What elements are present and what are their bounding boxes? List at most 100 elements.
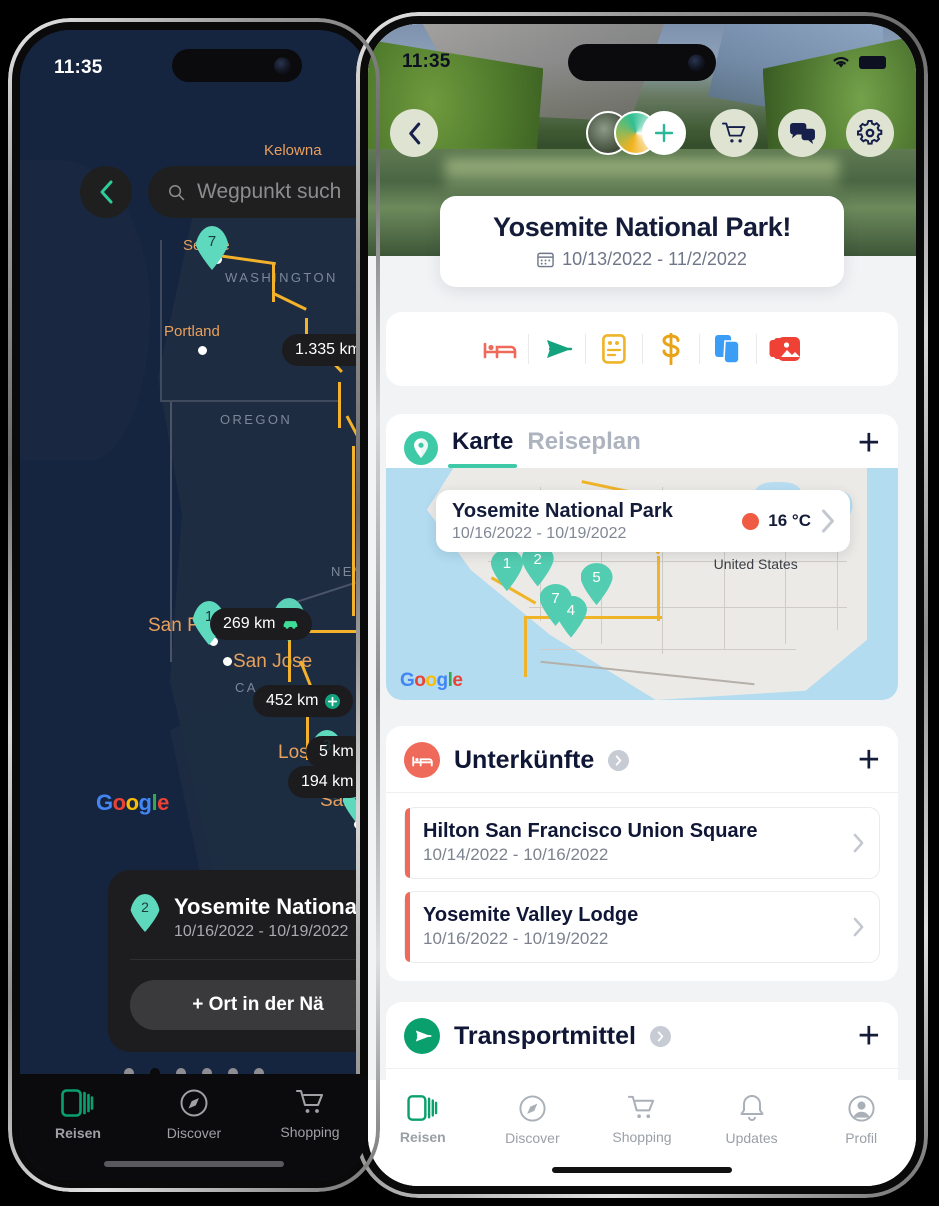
place-title: Yosemite Nationa [174, 894, 357, 919]
dynamic-island [568, 44, 716, 81]
add-member-button[interactable] [642, 111, 686, 155]
chat-button[interactable] [778, 109, 826, 157]
chevron-right-icon [853, 917, 864, 937]
back-button[interactable] [80, 166, 132, 218]
nav-label: Shopping [280, 1124, 340, 1140]
wifi-icon [833, 56, 849, 68]
nav-label: Reisen [55, 1125, 101, 1141]
accommodation-name: Hilton San Francisco Union Square [423, 820, 758, 842]
flights-action[interactable] [529, 336, 585, 362]
place-detail-card[interactable]: 2 Yosemite Nationa 10/16/2022 - 10/19/20… [108, 870, 368, 1052]
home-indicator [552, 1167, 732, 1173]
trip-members[interactable] [586, 111, 686, 155]
place-pin-label: 2 [141, 899, 149, 915]
map-tabs: Karte Reiseplan + [386, 414, 898, 468]
map-label-losangeles: Los [278, 742, 309, 763]
distance-value: 269 km [223, 615, 276, 632]
add-nearby-place-button[interactable]: + Ort in der Nä [130, 980, 368, 1030]
chevron-right-icon[interactable] [649, 1025, 671, 1047]
trip-header-actions [368, 108, 916, 158]
chevron-right-icon[interactable] [608, 749, 630, 771]
nav-item-shopping[interactable]: Shopping [587, 1094, 697, 1145]
waypoint-search-input[interactable]: Wegpunkt such [148, 166, 368, 218]
trip-date-range: 10/13/2022 - 11/2/2022 [562, 249, 747, 269]
weather-info: 16 °C [742, 508, 836, 534]
chat-bubbles-icon [789, 122, 815, 144]
battery-icon [859, 55, 886, 69]
add-transport-button[interactable]: + [858, 1017, 880, 1055]
photos-action[interactable] [757, 336, 813, 362]
documents-action[interactable] [700, 334, 756, 364]
list-item[interactable]: Hilton San Francisco Union Square 10/14/… [404, 807, 880, 879]
bell-icon [740, 1095, 764, 1121]
tab-karte[interactable]: Karte [447, 428, 518, 468]
tickets-action[interactable] [586, 334, 642, 364]
section-title: Transportmittel [454, 1021, 636, 1050]
cards-stack-icon [61, 1089, 94, 1117]
temperature: 16 °C [768, 511, 811, 530]
add-accommodation-button[interactable]: + [858, 741, 880, 779]
nav-label: Updates [725, 1130, 778, 1146]
person-icon [848, 1095, 875, 1122]
accommodation-dates: 10/14/2022 - 10/16/2022 [423, 845, 609, 864]
lodging-action[interactable] [472, 337, 528, 361]
section-header: Transportmittel + [386, 1002, 898, 1069]
map-place-overlay[interactable]: Yosemite National Park 10/16/2022 - 10/1… [436, 490, 850, 552]
screenshot-canvas: Kelowna Seattle WASHINGTON Portland OREG… [0, 0, 939, 1206]
plane-icon [546, 340, 572, 358]
plus-icon [654, 123, 674, 143]
nav-item-reisen[interactable]: Reisen [368, 1094, 478, 1145]
settings-button[interactable] [846, 109, 894, 157]
nav-item-discover[interactable]: Discover [136, 1088, 252, 1141]
accommodation-name: Yosemite Valley Lodge [423, 904, 639, 926]
gear-icon [857, 120, 883, 145]
nav-item-profil[interactable]: Profil [806, 1094, 916, 1146]
page-title: Yosemite National Park! [493, 212, 791, 242]
back-button[interactable] [390, 109, 438, 157]
distance-chip[interactable]: 269 km [210, 608, 313, 640]
list-item[interactable]: Yosemite Valley Lodge 10/16/2022 - 10/19… [404, 891, 880, 963]
calendar-icon [537, 252, 554, 268]
map-waypoint-dot [223, 657, 232, 666]
location-pin-icon [404, 431, 438, 465]
cart-icon [627, 1095, 655, 1119]
search-placeholder: Wegpunkt such [197, 180, 342, 203]
accommodations-section: Unterkünfte + Hilton San Francisco Union… [386, 726, 898, 981]
nav-item-updates[interactable]: Updates [697, 1094, 807, 1146]
weather-dot-icon [742, 512, 760, 530]
compass-icon [180, 1089, 208, 1117]
plane-icon [404, 1018, 440, 1054]
nav-item-discover[interactable]: Discover [478, 1094, 588, 1146]
cart-button[interactable] [710, 109, 758, 157]
front-camera-icon [688, 54, 705, 71]
mini-map[interactable]: United States 1 2 5 6 7 4 Yosemite Natio… [386, 468, 898, 700]
map-country-label: United States [713, 556, 798, 573]
right-phone-device: Yosemite National Park! 10/13/2022 - 11/… [356, 12, 928, 1198]
left-phone-device: Kelowna Seattle WASHINGTON Portland OREG… [8, 18, 380, 1192]
cards-stack-icon [407, 1095, 438, 1121]
distance-chip[interactable]: 452 km [253, 685, 354, 717]
accommodation-list: Hilton San Francisco Union Square 10/14/… [386, 793, 898, 981]
section-header: Unterkünfte + [386, 726, 898, 793]
tab-reiseplan[interactable]: Reiseplan [527, 428, 640, 468]
chevron-left-icon [408, 122, 420, 144]
map-pin[interactable]: 1 [491, 549, 523, 591]
add-map-item-button[interactable]: + [858, 424, 880, 467]
nav-item-shopping[interactable]: Shopping [252, 1088, 368, 1140]
place-pin: 2 [130, 894, 160, 932]
front-camera-icon [274, 57, 291, 74]
map-pin-label: 1 [204, 608, 214, 625]
nav-label: Discover [166, 1125, 222, 1141]
right-phone-screen: Yosemite National Park! 10/13/2022 - 11/… [368, 24, 916, 1186]
budget-action[interactable] [643, 333, 699, 365]
nav-item-reisen[interactable]: Reisen [20, 1088, 136, 1141]
chevron-left-icon [100, 180, 113, 204]
chevron-right-icon [822, 509, 834, 533]
map-pin[interactable]: 7 [195, 226, 229, 270]
map-label-oregon: OREGON [220, 412, 293, 427]
map-pin-label: 3 [322, 737, 332, 754]
map-label-kelowna: Kelowna [264, 142, 322, 159]
cart-icon [295, 1089, 323, 1113]
nav-label: Profil [845, 1130, 878, 1146]
map-card: Karte Reiseplan + United States 1 2 5 7 … [386, 414, 898, 700]
